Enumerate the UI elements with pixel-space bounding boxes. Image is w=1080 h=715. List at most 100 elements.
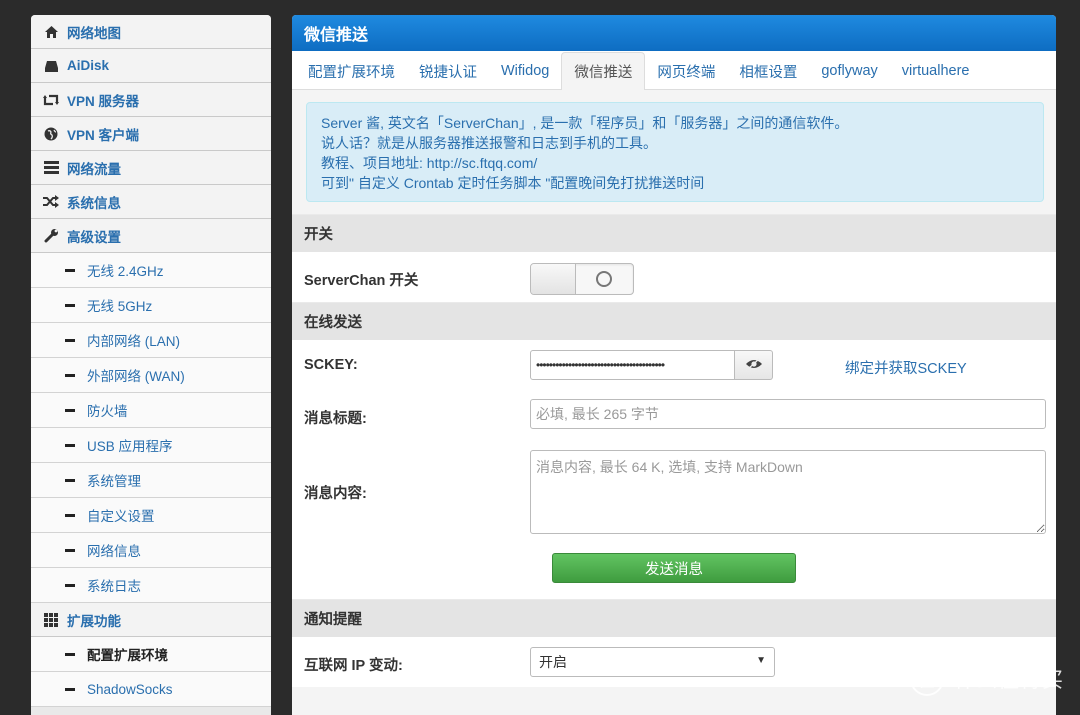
sidebar: 网络地图 AiDisk VPN 服务器 VPN 客户端 网络流量 系统信息 高级… <box>31 15 271 715</box>
sidebar-subitem-ext-env[interactable]: 配置扩展环境 <box>31 637 271 672</box>
dash-icon <box>65 478 75 482</box>
sidebar-item-aidisk[interactable]: AiDisk <box>31 49 271 83</box>
switch-row: ServerChan 开关 <box>292 252 1056 302</box>
dash-icon <box>65 652 75 656</box>
watermark-logo-icon: 值 <box>910 662 944 696</box>
sidebar-subitem-label: 系统日志 <box>87 579 141 594</box>
title-row: 消息标题: <box>292 390 1056 440</box>
tab-photo-frame[interactable]: 相框设置 <box>727 53 809 89</box>
wrench-icon <box>43 228 59 244</box>
retweet-icon <box>43 92 59 108</box>
message-content-input[interactable] <box>530 450 1046 534</box>
get-sckey-link[interactable]: 绑定并获取SCKEY <box>845 357 967 378</box>
dash-icon <box>65 513 75 517</box>
watermark: 值 什么值得买 <box>910 662 1064 696</box>
dash-icon <box>65 338 75 342</box>
sidebar-item-label: 系统信息 <box>67 195 121 211</box>
grid-icon <box>43 612 59 628</box>
show-password-button[interactable] <box>735 350 773 380</box>
send-row: 发送消息 <box>292 543 1056 599</box>
info-line: 说人话？就是从服务器推送报警和日志到手机的工具。 <box>321 135 657 151</box>
advanced-submenu: 无线 2.4GHz 无线 5GHz 内部网络 (LAN) 外部网络 (WAN) … <box>31 253 271 603</box>
sidebar-subitem-shadowsocks[interactable]: ShadowSocks <box>31 672 271 707</box>
dash-icon <box>65 268 75 272</box>
sidebar-subitem-label: 自定义设置 <box>87 509 155 524</box>
page-title: 微信推送 <box>292 15 1056 51</box>
dash-icon <box>65 548 75 552</box>
random-icon <box>43 194 59 210</box>
sidebar-item-traffic[interactable]: 网络流量 <box>31 151 271 185</box>
sidebar-subitem-wan[interactable]: 外部网络 (WAN) <box>31 358 271 393</box>
sidebar-subitem-wireless-5[interactable]: 无线 5GHz <box>31 288 271 323</box>
info-line: 教程、项目地址: http://sc.ftqq.com/ <box>321 155 538 171</box>
toggle-off-icon <box>596 271 612 287</box>
sidebar-subitem-syslog[interactable]: 系统日志 <box>31 568 271 603</box>
sidebar-subitem-label: ShadowSocks <box>87 681 173 697</box>
dash-icon <box>65 408 75 412</box>
toggle-knob <box>531 264 576 294</box>
sidebar-subitem-label: 内部网络 (LAN) <box>87 334 181 349</box>
main-panel: 微信推送 配置扩展环境 锐捷认证 Wifidog 微信推送 网页终端 相框设置 … <box>292 15 1056 715</box>
home-icon <box>43 24 59 40</box>
caret-down-icon: ▼ <box>756 655 766 666</box>
sidebar-subitem-label: 无线 2.4GHz <box>87 264 164 279</box>
ip-change-label: 互联网 IP 变动: <box>304 658 403 674</box>
sidebar-subitem-wireless-24[interactable]: 无线 2.4GHz <box>31 253 271 288</box>
list-icon <box>43 160 59 176</box>
ip-change-value: 开启 <box>539 654 567 670</box>
sidebar-subitem-lan[interactable]: 内部网络 (LAN) <box>31 323 271 358</box>
sidebar-item-label: 高级设置 <box>67 229 121 245</box>
dash-icon <box>65 373 75 377</box>
sidebar-item-advanced[interactable]: 高级设置 <box>31 219 271 253</box>
tab-goflyway[interactable]: goflyway <box>809 53 889 89</box>
dash-icon <box>65 583 75 587</box>
content-label: 消息内容: <box>304 486 367 502</box>
sidebar-subitem-firewall[interactable]: 防火墙 <box>31 393 271 428</box>
tab-wifidog[interactable]: Wifidog <box>489 53 561 89</box>
sidebar-item-system-info[interactable]: 系统信息 <box>31 185 271 219</box>
sidebar-item-network-map[interactable]: 网络地图 <box>31 15 271 49</box>
dash-icon <box>65 687 75 691</box>
sidebar-item-vpn-client[interactable]: VPN 客户端 <box>31 117 271 151</box>
serverchan-toggle[interactable] <box>530 263 634 295</box>
tab-virtualhere[interactable]: virtualhere <box>890 53 982 89</box>
sidebar-subitem-admin[interactable]: 系统管理 <box>31 463 271 498</box>
sidebar-item-extensions[interactable]: 扩展功能 <box>31 603 271 637</box>
sidebar-subitem-label: 外部网络 (WAN) <box>87 369 185 384</box>
info-line: 可到" 自定义 Crontab 定时任务脚本 "配置晚间免打扰推送时间 <box>321 175 705 191</box>
sidebar-item-vpn-server[interactable]: VPN 服务器 <box>31 83 271 117</box>
sidebar-item-label: VPN 服务器 <box>67 93 140 109</box>
sidebar-item-label: 扩展功能 <box>67 613 121 629</box>
globe-icon <box>43 126 59 142</box>
send-message-button[interactable]: 发送消息 <box>552 553 796 583</box>
tab-ext-env[interactable]: 配置扩展环境 <box>296 53 407 89</box>
sckey-label: SCKEY: <box>304 357 358 373</box>
hdd-icon <box>43 58 59 74</box>
sckey-row: SCKEY: 绑定并获取SCKEY <box>292 340 1056 390</box>
eye-icon <box>745 357 763 373</box>
message-title-input[interactable] <box>530 399 1046 429</box>
sidebar-subitem-label: 配置扩展环境 <box>87 648 168 663</box>
info-alert: Server 酱, 英文名「ServerChan」, 是一款「程序员」和「服务器… <box>306 102 1044 202</box>
ip-change-select[interactable]: 开启 ▼ <box>530 647 775 677</box>
info-line: Server 酱, 英文名「ServerChan」, 是一款「程序员」和「服务器… <box>321 115 849 131</box>
dash-icon <box>65 303 75 307</box>
tab-wechat-push[interactable]: 微信推送 <box>561 52 646 90</box>
tab-ruijie-auth[interactable]: 锐捷认证 <box>407 53 489 89</box>
tab-web-terminal[interactable]: 网页终端 <box>645 53 727 89</box>
sidebar-subitem-netinfo[interactable]: 网络信息 <box>31 533 271 568</box>
sidebar-subitem-usb[interactable]: USB 应用程序 <box>31 428 271 463</box>
section-online-header: 在线发送 <box>292 302 1056 340</box>
sidebar-subitem-label: 系统管理 <box>87 474 141 489</box>
sidebar-item-label: AiDisk <box>67 58 110 73</box>
sckey-input[interactable] <box>530 350 735 380</box>
title-label: 消息标题: <box>304 411 367 427</box>
sidebar-subitem-custom[interactable]: 自定义设置 <box>31 498 271 533</box>
sidebar-item-label: VPN 客户端 <box>67 127 140 143</box>
section-notify-header: 通知提醒 <box>292 599 1056 637</box>
section-switch-header: 开关 <box>292 214 1056 252</box>
content-row: 消息内容: <box>292 440 1056 543</box>
tab-bar: 配置扩展环境 锐捷认证 Wifidog 微信推送 网页终端 相框设置 gofly… <box>292 51 1056 90</box>
switch-label: ServerChan 开关 <box>304 273 419 289</box>
watermark-text: 什么值得买 <box>954 669 1064 692</box>
